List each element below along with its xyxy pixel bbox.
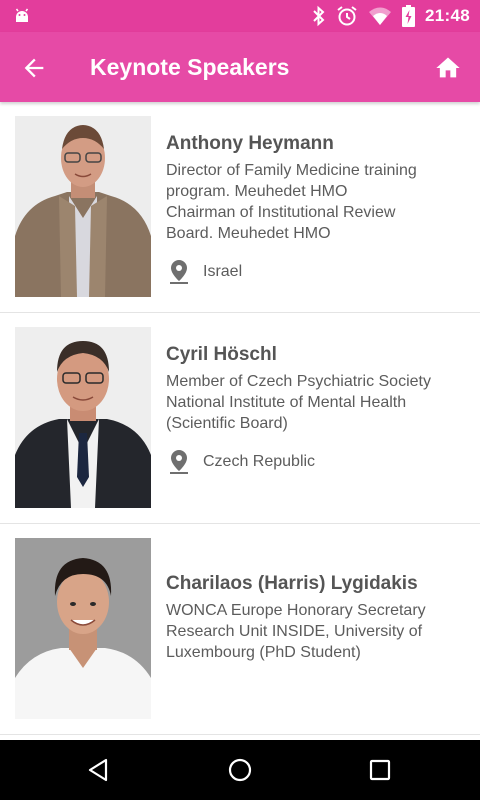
alarm-icon [337,6,357,26]
status-bar: 21:48 [0,0,480,32]
location-pin-icon [170,450,188,474]
speaker-country: Israel [203,263,243,280]
description-line: WONCA Europe Honorary Secretary [166,602,426,619]
description-line: Board. Meuhedet HMO [166,225,331,242]
speaker-name: Cyril Höschl [166,344,277,365]
speaker-location: Israel [166,258,466,286]
description-line: Research Unit INSIDE, University of [166,623,423,640]
battery-charging-icon [402,5,416,27]
nav-recents-icon[interactable] [365,755,395,785]
android-debug-icon [15,8,29,22]
speaker-description: WONCA Europe Honorary Secretary Research… [166,600,466,663]
status-time: 21:48 [425,6,470,25]
description-line: program. Meuhedet HMO [166,183,348,200]
speaker-description: Member of Czech Psychiatric Society Nati… [166,371,466,434]
arrow-back-icon[interactable] [20,54,48,82]
speaker-name: Charilaos (Harris) Lygidakis [166,573,418,594]
speaker-card[interactable]: Charilaos (Harris) Lygidakis WONCA Europ… [0,524,480,735]
description-line: Director of Family Medicine training [166,162,417,179]
bluetooth-icon [313,5,325,27]
speaker-list[interactable]: Anthony Heymann Director of Family Medic… [0,102,480,740]
nav-back-icon[interactable] [84,755,114,785]
speaker-card[interactable]: Cyril Höschl Member of Czech Psychiatric… [0,313,480,524]
system-nav-bar [0,740,480,800]
speaker-location: Czech Republic [166,448,466,476]
nav-home-icon[interactable] [225,755,255,785]
speaker-photo [15,327,151,508]
speaker-description: Director of Family Medicine training pro… [166,160,466,244]
app-bar: Keynote Speakers [0,32,480,102]
speaker-name: Anthony Heymann [166,133,334,154]
speaker-country: Czech Republic [203,453,316,470]
description-line: Member of Czech Psychiatric Society [166,373,431,390]
page-title: Keynote Speakers [90,54,290,80]
speaker-card[interactable]: Anthony Heymann Director of Family Medic… [0,102,480,313]
description-line: Chairman of Institutional Review [166,204,396,221]
description-line: Luxembourg (PhD Student) [166,644,361,661]
speaker-photo [15,116,151,297]
description-line: (Scientific Board) [166,415,288,432]
location-pin-icon [170,260,188,284]
speaker-photo [15,538,151,719]
home-icon[interactable] [434,54,462,82]
description-line: National Institute of Mental Health [166,394,407,411]
wifi-icon [369,7,392,25]
